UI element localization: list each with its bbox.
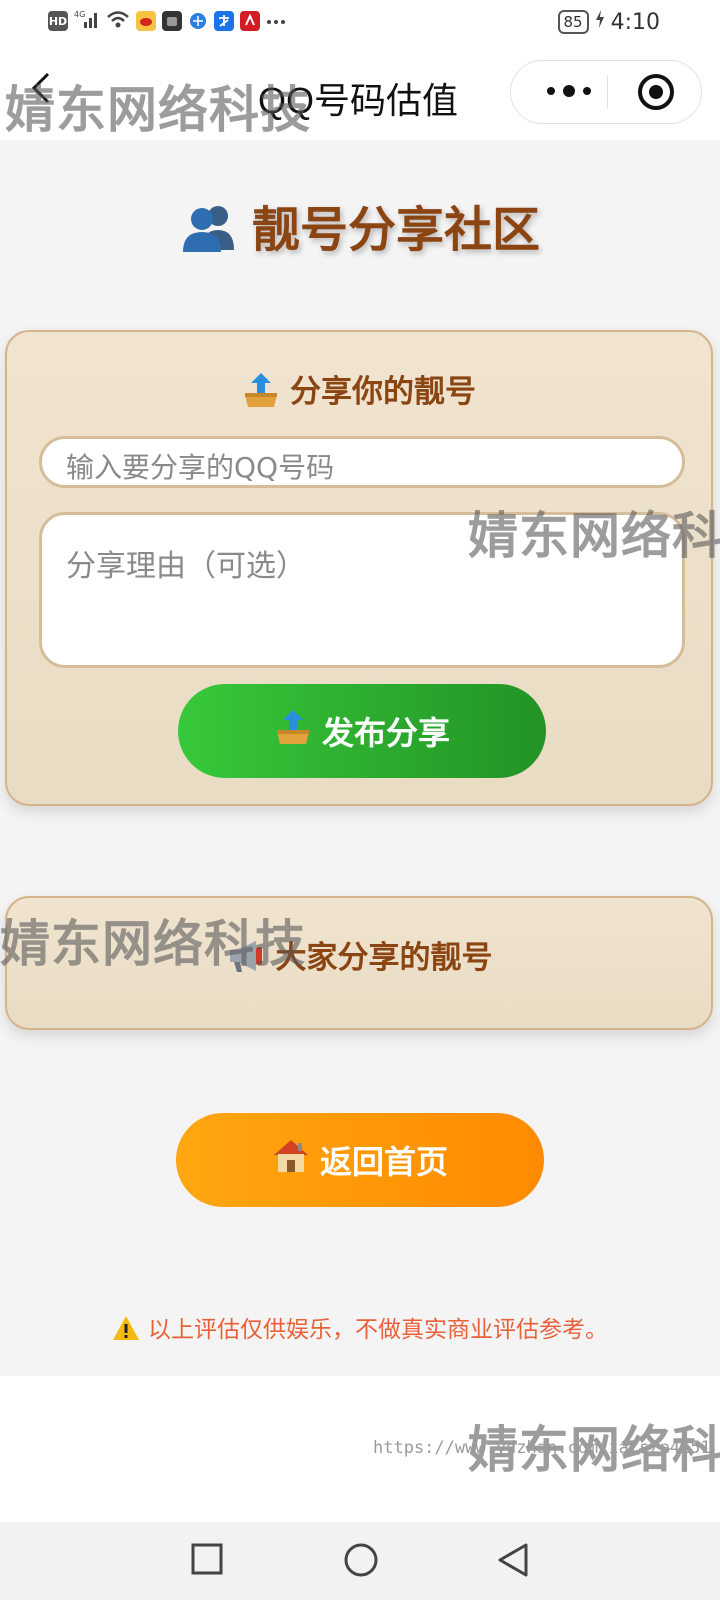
qq-number-input[interactable]: 输入要分享的QQ号码 <box>39 436 685 488</box>
disclaimer-text: 以上评估仅供娱乐，不做真实商业评估参考。 <box>148 1317 608 1343</box>
disclaimer: 以上评估仅供娱乐，不做真实商业评估参考。 <box>0 1310 720 1347</box>
url-watermark: https://www.ydzhan.com/iats/p4151 <box>373 1438 711 1458</box>
return-home-button[interactable]: 返回首页 <box>176 1113 544 1207</box>
share-card-title: 分享你的靓号 <box>290 374 476 410</box>
clock: 4:10 <box>610 9 660 35</box>
upload-tray-icon <box>242 371 280 417</box>
back-button[interactable] <box>28 68 52 114</box>
share-reason-textarea[interactable]: 分享理由（可选） <box>39 512 685 668</box>
hd-icon: HD <box>48 11 68 31</box>
capsule-divider <box>607 75 608 109</box>
navigation-bar: QQ号码估值 <box>0 46 720 140</box>
recent-apps-button[interactable] <box>190 1542 224 1576</box>
wifi-icon <box>106 9 130 33</box>
signal-4g-icon: 4G <box>74 8 100 34</box>
community-heading: 靓号分享社区 <box>0 190 720 264</box>
more-options-button[interactable] <box>539 81 599 101</box>
status-icons: HD 4G <box>48 8 286 34</box>
publish-share-label: 发布分享 <box>321 714 450 752</box>
svg-text:4G: 4G <box>74 10 85 19</box>
home-button[interactable] <box>343 1542 379 1578</box>
charging-icon <box>595 9 605 35</box>
community-title: 靓号分享社区 <box>251 202 540 258</box>
share-card: 分享你的靓号 输入要分享的QQ号码 分享理由（可选） 发布分享 <box>5 330 713 806</box>
app-red-icon <box>240 11 260 31</box>
chevron-left-icon <box>31 72 50 104</box>
shared-numbers-card: 大家分享的靓号 <box>5 896 713 1030</box>
weibo-icon <box>136 11 156 31</box>
warning-icon <box>112 1315 140 1347</box>
house-icon <box>272 1138 310 1182</box>
return-home-label: 返回首页 <box>319 1143 448 1181</box>
more-dots-icon <box>266 12 286 31</box>
browser-icon <box>188 11 208 31</box>
back-nav-button[interactable] <box>496 1542 530 1578</box>
battery-icon: 85 <box>557 10 589 34</box>
status-bar: HD 4G 85 4:10 <box>0 0 720 46</box>
users-icon <box>180 202 238 264</box>
close-miniprogram-button[interactable] <box>637 73 675 111</box>
megaphone-icon <box>226 938 266 982</box>
status-right: 85 4:10 <box>557 9 660 35</box>
shared-numbers-title: 大家分享的靓号 <box>275 940 493 976</box>
alipay-icon <box>214 11 234 31</box>
page-content: 靓号分享社区 分享你的靓号 输入要分享的QQ号码 分享理由（可选） 发布分享 大… <box>0 140 720 1376</box>
upload-tray-icon <box>274 708 312 754</box>
shared-numbers-heading: 大家分享的靓号 <box>7 932 711 982</box>
app-icon <box>162 11 182 31</box>
page-title: QQ号码估值 <box>258 80 459 121</box>
publish-share-button[interactable]: 发布分享 <box>178 684 546 778</box>
capsule-menu <box>510 60 702 124</box>
share-card-heading: 分享你的靓号 <box>7 366 711 417</box>
system-navigation-bar <box>0 1522 720 1600</box>
